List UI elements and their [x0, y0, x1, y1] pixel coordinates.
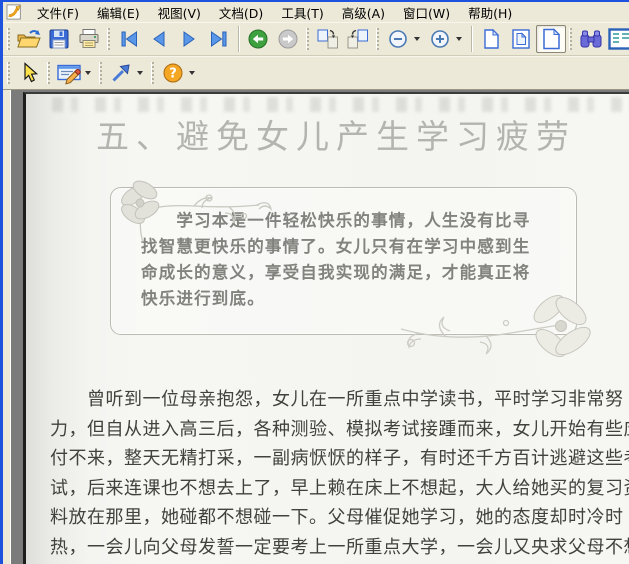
toolbar-grip[interactable]: [7, 28, 10, 50]
toolbar-grip[interactable]: [376, 28, 379, 50]
measure-arrow-button[interactable]: [106, 59, 136, 87]
reading-mode-button[interactable]: [606, 25, 629, 53]
zoom-out-icon: [389, 30, 407, 48]
svg-text:?: ?: [169, 67, 177, 82]
document-area: 五、避免女儿产生学习疲劳 学习本是一件轻松快乐的事情，人生没有比寻 找智慧更快乐…: [3, 90, 629, 564]
app-window: 文件(F) 编辑(E) 视图(V) 文档(D) 工具(T) 高级(A) 窗口(W…: [0, 0, 629, 564]
typewriter-tool-icon: [57, 64, 81, 85]
open-folder-icon: [17, 30, 41, 48]
body-line: 曾听到一位母亲抱怨，女儿在一所重点中学读书，平时学习非常努: [50, 389, 624, 410]
measure-dropdown[interactable]: [137, 71, 143, 75]
menu-edit[interactable]: 编辑(E): [88, 2, 149, 24]
toolbar-grip[interactable]: [7, 62, 10, 84]
page-title: 五、避免女儿产生学习疲劳: [96, 117, 576, 156]
body-line: 试，后来连课也不想去上了，早上赖在床上不想起，大人给她买的复习资: [50, 477, 629, 499]
toolbar-grip[interactable]: [569, 28, 572, 50]
last-page-icon: [211, 31, 227, 47]
menu-advanced[interactable]: 高级(A): [333, 2, 394, 24]
fit-width-page-icon: [543, 28, 561, 50]
open-button[interactable]: [14, 25, 44, 53]
toolbar-separator: [238, 26, 239, 52]
zoom-out-button[interactable]: [383, 25, 413, 53]
body-line: 料放在那里，她碰都不想碰一下。父母催促她学习，她的态度却时冷时: [50, 507, 624, 528]
typewriter-tool-button[interactable]: [54, 59, 84, 87]
menu-bar: 文件(F) 编辑(E) 视图(V) 文档(D) 工具(T) 高级(A) 窗口(W…: [3, 2, 629, 22]
app-logo-icon: [6, 4, 21, 20]
fit-page-button[interactable]: [506, 25, 536, 53]
menu-file[interactable]: 文件(F): [28, 2, 88, 24]
toolbar-grip[interactable]: [306, 28, 309, 50]
prev-page-icon: [153, 31, 165, 47]
hand-select-button[interactable]: [14, 59, 44, 87]
actual-size-page-icon: [484, 28, 500, 49]
actual-size-button[interactable]: [476, 25, 506, 53]
find-button[interactable]: [576, 25, 606, 53]
body-line: 付不来，整天无精打采，一副病恹恹的样子，有时还千方百计逃避这些考: [50, 448, 629, 469]
forward-view-button[interactable]: [273, 25, 303, 53]
toolbar-grip[interactable]: [151, 62, 154, 84]
help-icon: ?: [163, 63, 183, 83]
find-binoculars-icon: [580, 30, 602, 48]
quote-box: 学习本是一件轻松快乐的事情，人生没有比寻 找智慧更快乐的事情了。女儿只有在学习中…: [110, 180, 591, 357]
toolbar-separator: [471, 26, 472, 52]
quote-text: 学习本是一件轻松快乐的事情，人生没有比寻 找智慧更快乐的事情了。女儿只有在学习中…: [141, 211, 531, 308]
fit-page-icon: [512, 29, 530, 49]
main-toolbar: [3, 22, 629, 56]
tools-toolbar: ?: [3, 56, 629, 90]
print-icon: [79, 29, 99, 48]
next-view-page-icon: [347, 29, 368, 49]
hand-select-cursor-icon: [24, 62, 39, 83]
help-dropdown[interactable]: [189, 71, 195, 75]
menu-view[interactable]: 视图(V): [149, 2, 210, 24]
save-button[interactable]: [44, 25, 74, 53]
menu-document[interactable]: 文档(D): [210, 2, 272, 24]
last-page-button[interactable]: [204, 25, 234, 53]
typewriter-dropdown[interactable]: [85, 71, 91, 75]
fit-width-button[interactable]: [536, 25, 566, 53]
next-page-button[interactable]: [174, 25, 204, 53]
print-button[interactable]: [74, 25, 104, 53]
next-page-icon: [183, 31, 195, 47]
zoom-in-button[interactable]: [425, 25, 455, 53]
toolbar-grip[interactable]: [107, 28, 110, 50]
zoom-in-icon: [431, 30, 449, 48]
zoom-out-dropdown[interactable]: [414, 37, 420, 41]
prev-view-button[interactable]: [313, 25, 343, 53]
help-button[interactable]: ?: [158, 59, 188, 87]
body-line: 力，但自从进入高三后，各种测验、模拟考试接踵而来，女儿开始有些应: [50, 418, 629, 440]
forward-view-icon: [278, 29, 298, 49]
reading-mode-icon: [608, 28, 629, 50]
first-page-icon: [121, 31, 137, 47]
next-view-button[interactable]: [343, 25, 373, 53]
prev-page-button[interactable]: [144, 25, 174, 53]
prev-view-page-icon: [317, 29, 338, 49]
menu-tools[interactable]: 工具(T): [272, 2, 332, 24]
first-page-button[interactable]: [114, 25, 144, 53]
toolbar-grip[interactable]: [47, 62, 50, 84]
menu-help[interactable]: 帮助(H): [459, 2, 521, 24]
back-view-icon: [248, 29, 268, 49]
toolbar-grip[interactable]: [99, 62, 102, 84]
body-text: 曾听到一位母亲抱怨，女儿在一所重点中学读书，平时学习非常努 力，但自从进入高三后…: [50, 385, 629, 564]
back-view-button[interactable]: [243, 25, 273, 53]
document-canvas: 五、避免女儿产生学习疲劳 学习本是一件轻松快乐的事情，人生没有比寻 找智慧更快乐…: [10, 90, 629, 564]
zoom-in-dropdown[interactable]: [456, 37, 462, 41]
save-floppy-icon: [49, 29, 69, 49]
measure-arrow-icon: [112, 64, 130, 82]
menu-window[interactable]: 窗口(W): [394, 2, 459, 24]
body-line: 热，一会儿向父母发誓一定要考上一所重点大学，一会儿又央求父母不想: [50, 536, 629, 558]
document-page[interactable]: 五、避免女儿产生学习疲劳 学习本是一件轻松快乐的事情，人生没有比寻 找智慧更快乐…: [23, 92, 629, 564]
